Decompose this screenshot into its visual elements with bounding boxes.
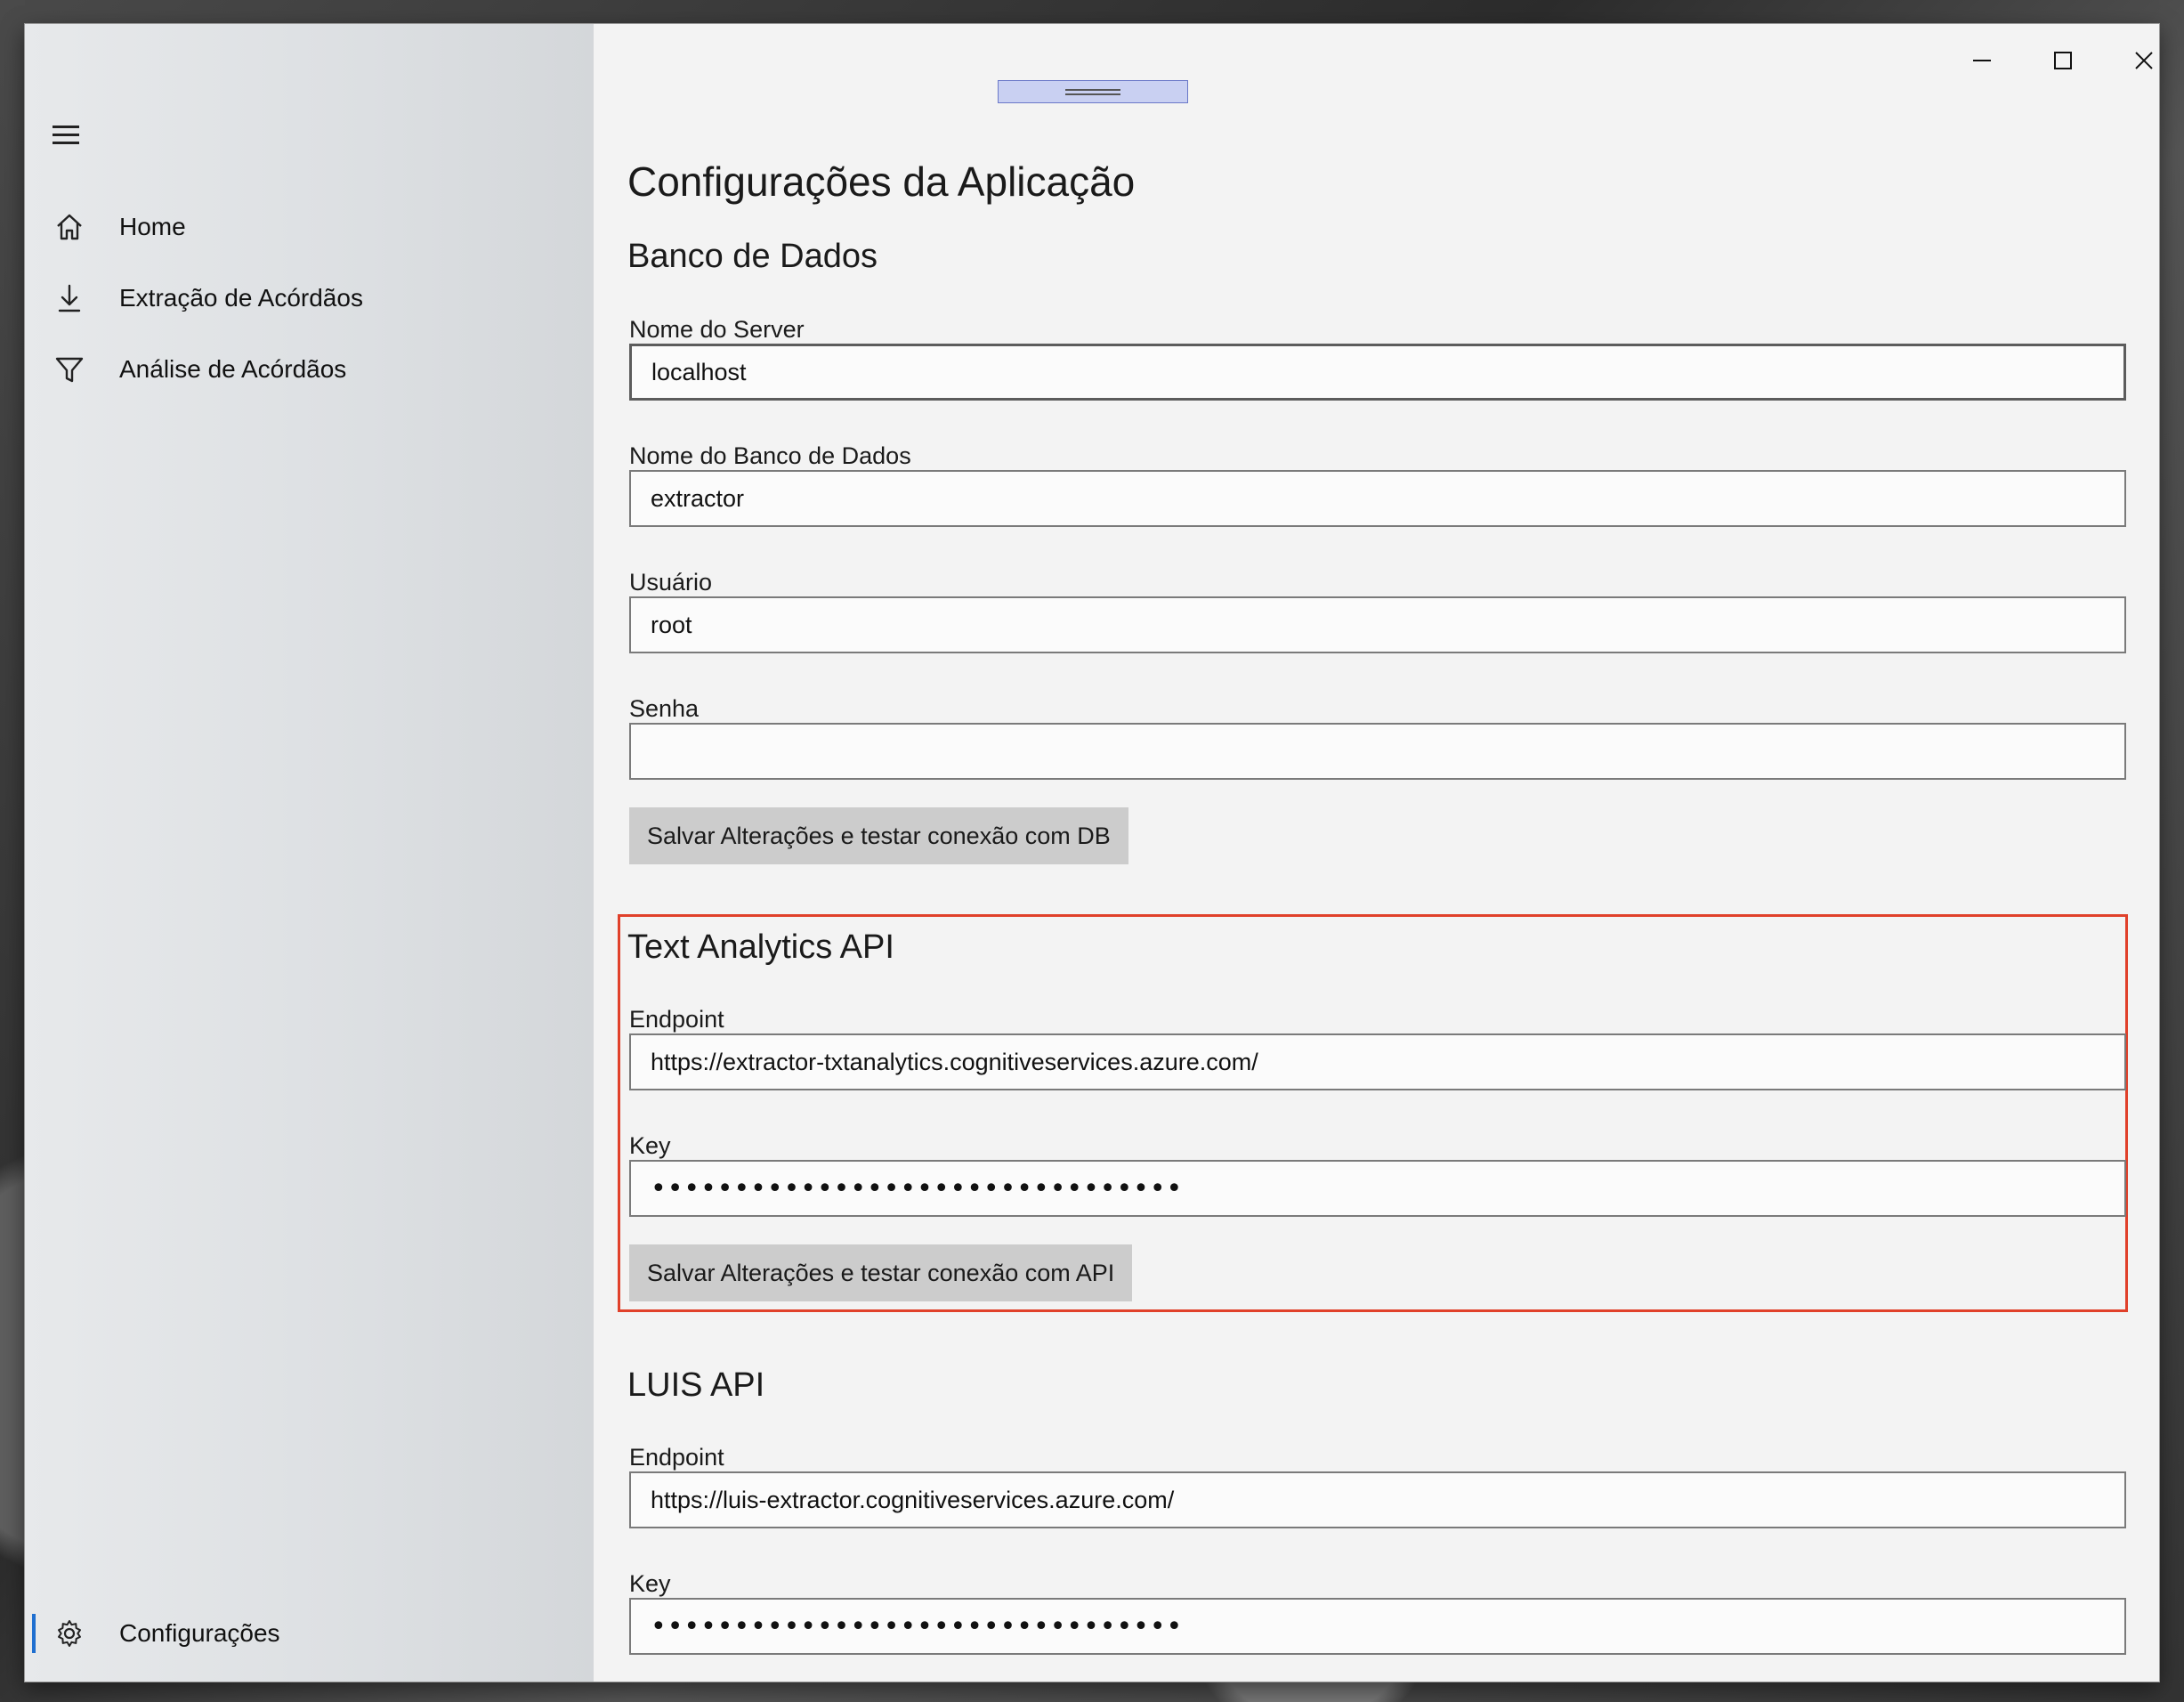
server-name-input[interactable]: [629, 344, 2126, 401]
nav-item-label: Extração de Acórdãos: [119, 284, 363, 312]
nav-item-analise[interactable]: Análise de Acórdãos: [25, 334, 594, 405]
drag-handle[interactable]: [998, 80, 1188, 103]
close-icon: [2135, 52, 2153, 69]
save-db-button[interactable]: Salvar Alterações e testar conexão com D…: [629, 807, 1128, 864]
key-label: Key: [629, 1132, 671, 1159]
save-api-button[interactable]: Salvar Alterações e testar conexão com A…: [629, 1244, 1133, 1301]
nav-item-home[interactable]: Home: [25, 191, 594, 263]
minimize-icon: [1973, 60, 1991, 61]
nav-item-extracao[interactable]: Extração de Acórdãos: [25, 263, 594, 334]
luis-endpoint-input[interactable]: [629, 1471, 2126, 1528]
settings-page: Configurações da Aplicação Banco de Dado…: [594, 24, 2159, 1682]
section-title-text-analytics: Text Analytics API: [627, 928, 894, 966]
section-title-luis: LUIS API: [627, 1366, 765, 1404]
luis-key-input[interactable]: [629, 1598, 2126, 1655]
nav-item-label: Análise de Acórdãos: [119, 355, 347, 383]
user-label: Usuário: [629, 569, 713, 596]
gear-icon: [46, 1610, 93, 1657]
section-title-database: Banco de Dados: [627, 238, 878, 275]
nav-item-label: Home: [119, 213, 186, 240]
server-name-label: Nome do Server: [629, 316, 805, 343]
text-analytics-endpoint-input[interactable]: [629, 1033, 2126, 1090]
minimize-button[interactable]: [1942, 35, 2022, 86]
user-input[interactable]: [629, 596, 2126, 653]
database-name-label: Nome do Banco de Dados: [629, 442, 911, 469]
text-analytics-key-input[interactable]: [629, 1160, 2126, 1217]
nav-item-label: Configurações: [119, 1619, 280, 1647]
database-name-input[interactable]: [629, 470, 2126, 527]
selection-indicator: [32, 1614, 36, 1653]
password-label: Senha: [629, 695, 700, 722]
luis-endpoint-label: Endpoint: [629, 1444, 724, 1471]
maximize-icon: [2054, 52, 2072, 69]
password-input[interactable]: [629, 723, 2126, 780]
home-icon: [46, 204, 93, 250]
close-button[interactable]: [2104, 35, 2159, 86]
app-window: Home Extração de Acórdãos Análise de Acó…: [25, 24, 2159, 1682]
maximize-button[interactable]: [2023, 35, 2103, 86]
page-title: Configurações da Aplicação: [627, 158, 1136, 205]
luis-key-label: Key: [629, 1570, 671, 1597]
endpoint-label: Endpoint: [629, 1006, 724, 1033]
nav-item-configuracoes[interactable]: Configurações: [25, 1598, 594, 1669]
hamburger-menu-icon[interactable]: [46, 113, 89, 156]
navigation-pane: Home Extração de Acórdãos Análise de Acó…: [25, 24, 594, 1682]
filter-icon: [46, 346, 93, 393]
download-icon: [46, 275, 93, 321]
